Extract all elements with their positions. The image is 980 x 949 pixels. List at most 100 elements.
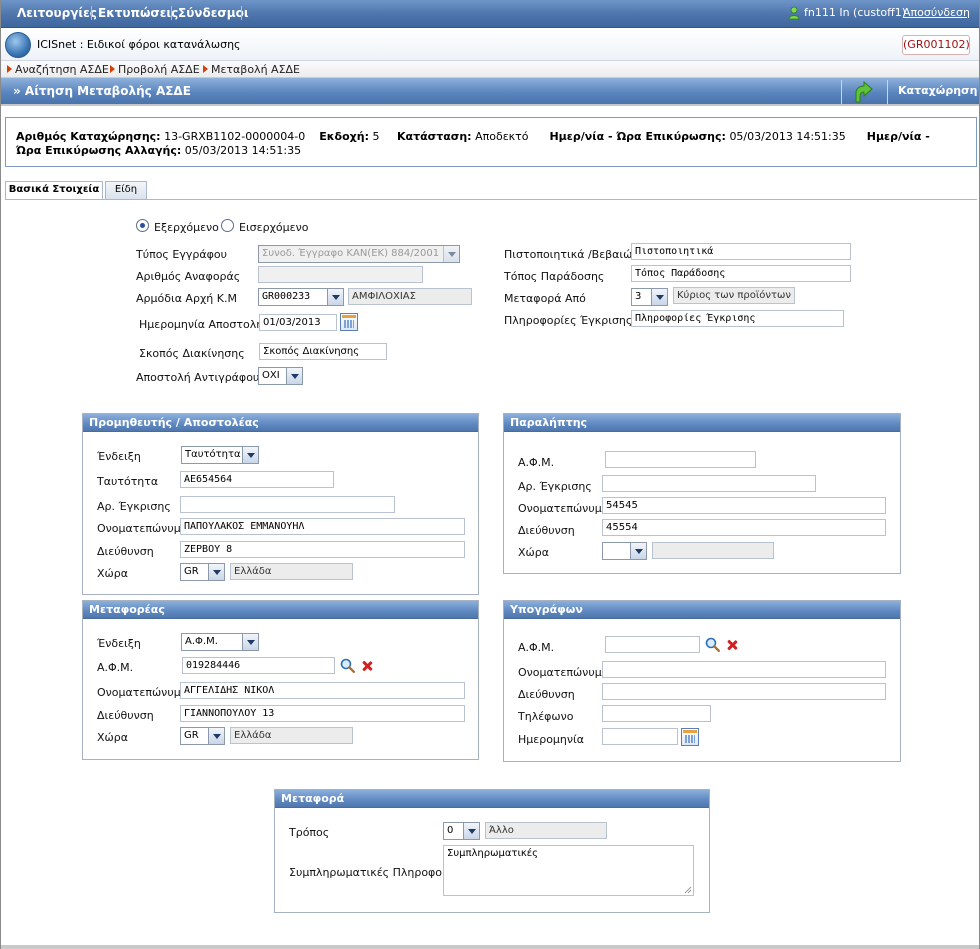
tab-basic-info[interactable]: Βασικά Στοιχεία xyxy=(5,181,103,200)
top-menu-bar: Λειτουργίες Εκτυπώσεις Σύνδεσμοι fn111 I… xyxy=(1,0,979,28)
carrier-country-name: Ελλάδα xyxy=(230,727,353,744)
menu-divider xyxy=(241,6,242,20)
change-label-part1: Ημερ/νία - xyxy=(866,130,930,143)
purpose-input[interactable]: Σκοπός Διακίνησης xyxy=(259,343,387,360)
signer-name-label: Ονοματεπώνυμο xyxy=(518,666,609,679)
app-title: ICISnet : Ειδικοί φόροι κατανάλωσης xyxy=(37,38,241,51)
receiver-afm-label: Α.Φ.Μ. xyxy=(518,456,555,469)
up-arrow-button[interactable] xyxy=(847,81,881,103)
menu-functions[interactable]: Λειτουργίες xyxy=(17,6,97,20)
validation-value: 05/03/2013 14:51:35 xyxy=(729,130,846,143)
transport-from-code: 3 xyxy=(635,291,642,302)
menu-links[interactable]: Σύνδεσμοι xyxy=(178,6,249,20)
carrier-name-label: Ονοματεπώνυμο xyxy=(97,686,188,699)
carrier-address-label: Διεύθυνση xyxy=(97,709,154,722)
office-code-badge: (GR001102) xyxy=(902,35,970,55)
version-value: 5 xyxy=(372,130,380,143)
cert-input[interactable]: Πιστοποιητικά xyxy=(631,243,851,260)
receiver-approval-input[interactable] xyxy=(602,475,816,492)
receiver-address-input[interactable]: 45554 xyxy=(602,519,886,536)
transport-from-select[interactable]: 3 xyxy=(631,288,668,306)
breadcrumb-edit[interactable]: Μεταβολή ΑΣΔΕ xyxy=(203,63,300,76)
authority-select[interactable]: GR000233 xyxy=(258,288,344,306)
chevron-down-icon xyxy=(242,447,258,463)
search-icon[interactable] xyxy=(340,658,355,673)
transport-mode-name: Άλλο xyxy=(485,822,607,839)
page-title: » Αίτηση Μεταβολής ΑΣΔΕ xyxy=(13,84,191,98)
carrier-afm-input[interactable]: 019284446 xyxy=(182,657,335,674)
ref-no-label: Αριθμός Αναφοράς xyxy=(136,270,241,283)
supplier-id-input[interactable]: ΑΕ654564 xyxy=(180,471,334,488)
copy-select[interactable]: ΟΧΙ xyxy=(258,367,303,385)
chevron-down-icon xyxy=(208,564,224,580)
transport-mode-select[interactable]: 0 xyxy=(443,822,480,840)
signer-afm-input[interactable] xyxy=(605,636,700,653)
clear-icon[interactable] xyxy=(726,639,738,651)
supplier-approval-input[interactable] xyxy=(180,496,395,513)
transport-panel-title: Μεταφορά xyxy=(275,790,709,808)
signer-name-input[interactable] xyxy=(602,661,886,678)
authority-label: Αρμόδια Αρχή Κ.Μ xyxy=(136,292,237,305)
send-date-input[interactable]: 01/03/2013 xyxy=(259,314,337,331)
carrier-indication-select[interactable]: Α.Φ.Μ. xyxy=(181,633,259,651)
ref-no-input[interactable] xyxy=(258,266,423,283)
approval-info-input[interactable]: Πληροφορίες Έγκρισης xyxy=(631,310,844,327)
transport-extra-value: Συμπληρωματικές xyxy=(447,848,538,859)
radio-outgoing[interactable] xyxy=(136,219,149,232)
copy-label: Αποστολή Αντιγράφου xyxy=(136,371,260,384)
signer-phone-label: Τηλέφωνο xyxy=(518,710,574,723)
calendar-icon[interactable] xyxy=(340,313,358,331)
carrier-country-code: GR xyxy=(184,730,199,741)
resize-grip-icon[interactable] xyxy=(683,885,692,894)
signer-address-input[interactable] xyxy=(602,683,886,700)
carrier-panel-title: Μεταφορέας xyxy=(83,601,478,619)
carrier-name-input[interactable]: ΑΓΓΕΛΙΔΗΣ ΝΙΚΟΛ xyxy=(180,682,465,699)
signer-date-label: Ημερομηνία xyxy=(518,733,585,746)
status-label: Κατάσταση: xyxy=(396,130,472,143)
logout-link[interactable]: Αποσύνδεση xyxy=(903,6,970,19)
radio-outgoing-label: Εξερχόμενο xyxy=(154,221,219,234)
breadcrumb-view[interactable]: Προβολή ΑΣΔΕ xyxy=(110,63,200,76)
doc-type-select[interactable]: Συνοδ. Έγγραφο ΚΑΝ(ΕΚ) 884/2001 xyxy=(258,245,460,263)
transport-extra-textarea[interactable]: Συμπληρωματικές xyxy=(443,845,694,896)
supplier-name-label: Ονοματεπώνυμο xyxy=(97,522,188,535)
radio-incoming[interactable] xyxy=(221,219,234,232)
supplier-name-input[interactable]: ΠΑΠΟΥΛΑΚΟΣ ΕΜΜΑΝΟΥΗΛ xyxy=(180,518,465,535)
supplier-address-input[interactable]: ΖΕΡΒΟΥ 8 xyxy=(180,541,465,558)
clear-icon[interactable] xyxy=(361,660,373,672)
breadcrumb-label: Αναζήτηση ΑΣΔΕ xyxy=(15,63,109,76)
supplier-indication-select[interactable]: Ταυτότητα xyxy=(181,446,259,464)
change-label-part2: Ώρα Επικύρωσης Αλλαγής: xyxy=(16,144,182,157)
supplier-country-code: GR xyxy=(184,566,199,577)
chevron-down-icon xyxy=(242,634,258,650)
signer-phone-input[interactable] xyxy=(602,705,711,722)
app-header: ICISnet : Ειδικοί φόροι κατανάλωσης xyxy=(1,29,979,61)
arrow-right-icon xyxy=(203,65,208,73)
authority-name-field: ΑΜΦΙΛΟΧΙΑΣ xyxy=(348,288,472,305)
receiver-name-input[interactable]: 54545 xyxy=(602,497,886,514)
receiver-country-select[interactable] xyxy=(602,542,647,560)
menu-prints[interactable]: Εκτυπώσεις xyxy=(98,6,178,20)
carrier-country-select[interactable]: GR xyxy=(180,727,225,745)
signer-date-input[interactable] xyxy=(602,728,678,745)
delivery-input[interactable]: Τόπος Παράδοσης xyxy=(631,265,851,282)
search-icon[interactable] xyxy=(705,637,720,652)
transport-mode-label: Τρόπος xyxy=(289,826,330,839)
supplier-country-name: Ελλάδα xyxy=(230,563,353,580)
breadcrumb-search[interactable]: Αναζήτηση ΑΣΔΕ xyxy=(7,63,109,76)
supplier-country-select[interactable]: GR xyxy=(180,563,225,581)
tab-items[interactable]: Είδη xyxy=(105,181,147,199)
supplier-indication-value: Ταυτότητα xyxy=(185,449,241,460)
calendar-icon[interactable] xyxy=(681,728,699,746)
send-date-label: Ημερομηνία Αποστολής xyxy=(139,318,270,331)
carrier-country-label: Χώρα xyxy=(97,731,128,744)
save-button[interactable]: Καταχώρηση xyxy=(898,84,977,97)
receiver-afm-input[interactable] xyxy=(605,451,756,468)
signer-address-label: Διεύθυνση xyxy=(518,688,575,701)
page-title-bar: » Αίτηση Μεταβολής ΑΣΔΕ Καταχώρηση xyxy=(1,78,979,106)
carrier-address-input[interactable]: ΓΙΑΝΝΟΠΟΥΛΟΥ 13 xyxy=(180,705,465,722)
reg-no-label: Αριθμός Καταχώρησης: xyxy=(16,130,161,143)
receiver-country-name xyxy=(652,542,774,559)
supplier-country-label: Χώρα xyxy=(97,567,128,580)
version-label: Εκδοχή: xyxy=(319,130,369,143)
